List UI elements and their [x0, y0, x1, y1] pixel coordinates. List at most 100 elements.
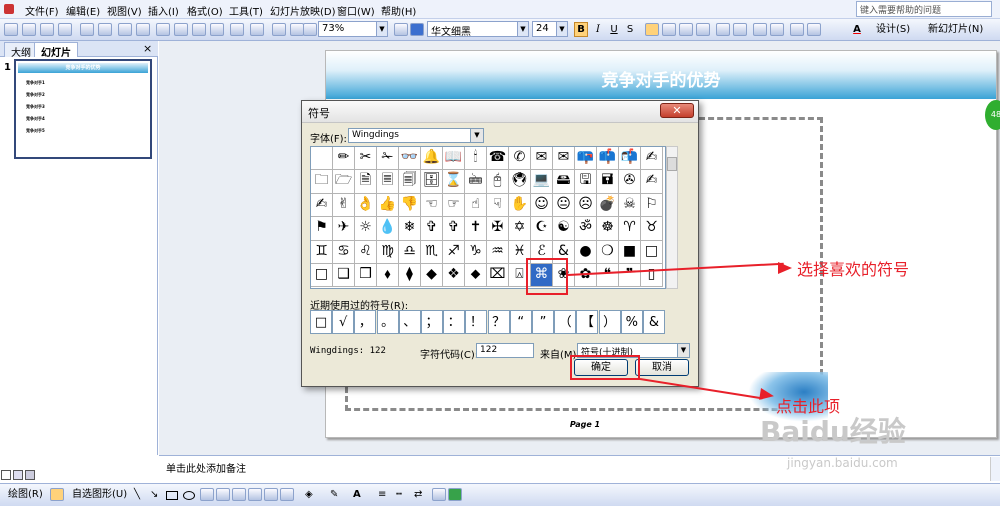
symbol-cell[interactable]: ✿	[575, 264, 597, 288]
symbol-cell[interactable]: 🗏	[377, 170, 399, 194]
symbol-cell[interactable]: 💣	[597, 193, 619, 218]
autoshapes-button[interactable]: 自选图形(U)	[72, 489, 127, 501]
symbol-cell[interactable]: ♌	[355, 240, 377, 264]
symbol-cell[interactable]: ♑	[465, 240, 487, 264]
symbol-cell[interactable]: ✝	[465, 217, 487, 241]
symbol-cell[interactable]: ⚐	[641, 193, 663, 218]
menu-insert[interactable]: 插入(I)	[148, 3, 179, 18]
table-icon[interactable]	[290, 23, 304, 36]
shadow-button[interactable]: S	[624, 24, 636, 36]
symbol-cell[interactable]: ❄	[399, 217, 421, 241]
fill-color-icon[interactable]: ◈	[305, 489, 313, 501]
arrow-style-icon[interactable]: ⇄	[414, 489, 422, 501]
symbol-cell[interactable]: ☯	[553, 217, 575, 241]
draw-menu-button[interactable]: 绘图(R)	[8, 489, 43, 501]
symbol-cell[interactable]: ❖	[443, 264, 465, 288]
symbol-cell[interactable]: 🗄	[421, 170, 443, 194]
increase-font-icon[interactable]	[753, 23, 767, 36]
dialog-titlebar[interactable]	[302, 101, 698, 123]
symbol-cell[interactable]: 😐	[553, 193, 575, 218]
vertical-textbox-icon[interactable]	[216, 488, 230, 501]
redo-icon[interactable]	[250, 23, 264, 36]
notes-scrollbar[interactable]	[990, 457, 1000, 481]
symbol-cell[interactable]: ⬧	[377, 264, 399, 288]
symbol-cell[interactable]: ❝	[597, 264, 619, 288]
close-icon[interactable]: ✕	[660, 103, 694, 118]
symbol-cell[interactable]: ✂	[355, 147, 377, 171]
symbol-cell[interactable]: ✁	[377, 147, 399, 171]
font-color-draw-icon[interactable]: A	[353, 489, 361, 501]
symbol-cell[interactable]: 🖲	[509, 170, 531, 194]
symbol-cell[interactable]: ✇	[619, 170, 641, 194]
symbol-cell[interactable]: ☟	[487, 193, 509, 218]
line-style-icon[interactable]: ≡	[378, 489, 386, 501]
recent-symbol-cell[interactable]: ？	[487, 310, 510, 334]
open-icon[interactable]	[22, 23, 36, 36]
symbol-cell[interactable]: ✌	[333, 193, 355, 218]
floating-assistant-icon[interactable]: 48	[985, 100, 1000, 130]
symbol-cell[interactable]: 🖰	[487, 170, 509, 194]
symbol-cell[interactable]: ॐ	[575, 217, 597, 241]
recent-symbol-cell[interactable]: 、	[398, 310, 421, 334]
line-icon[interactable]: ╲	[134, 489, 140, 501]
symbol-cell[interactable]: ⌛	[443, 170, 465, 194]
symbol-cell[interactable]: ☼	[355, 217, 377, 241]
recent-symbol-cell[interactable]: （	[554, 310, 577, 334]
symbol-cell[interactable]: □	[311, 264, 333, 288]
symbol-cell[interactable]: ✏	[333, 147, 355, 171]
symbol-cell[interactable]: ✆	[509, 147, 531, 171]
recent-symbol-cell[interactable]: &	[643, 310, 665, 334]
symbol-cell[interactable]: 🖮	[465, 170, 487, 194]
symbol-cell[interactable]: ✈	[333, 217, 355, 241]
preview-icon[interactable]	[98, 23, 112, 36]
menu-file[interactable]: 文件(F)	[25, 3, 59, 18]
italic-button[interactable]: I	[592, 24, 604, 36]
symbol-cell[interactable]: 🖫	[575, 170, 597, 194]
symbol-cell[interactable]: ⌧	[487, 264, 509, 288]
help-icon[interactable]	[394, 23, 408, 36]
symbol-cell[interactable]: ✉	[531, 147, 553, 171]
symbol-cell[interactable]: ☞	[443, 193, 465, 218]
symbol-cell[interactable]: 📫	[597, 147, 619, 171]
symbol-cell[interactable]: ●	[575, 240, 597, 264]
select-pointer-icon[interactable]	[50, 488, 64, 501]
symbol-cell[interactable]: ✠	[487, 217, 509, 241]
symbol-cell[interactable]: ❍	[597, 240, 619, 264]
recent-symbol-cell[interactable]: 【	[576, 310, 599, 334]
recent-symbol-cell[interactable]: “	[509, 310, 532, 334]
new-icon[interactable]	[4, 23, 18, 36]
distribute-icon[interactable]	[696, 23, 710, 36]
menu-slideshow[interactable]: 幻灯片放映(D)	[270, 3, 336, 18]
symbol-cell[interactable]: 👓	[399, 147, 421, 171]
tab-outline[interactable]: 大纲	[4, 42, 38, 59]
symbol-cell[interactable]: 📬	[619, 147, 641, 171]
symbol-cell[interactable]: □	[641, 240, 663, 264]
menu-tools[interactable]: 工具(T)	[229, 3, 263, 18]
recent-symbol-cell[interactable]: 。	[376, 310, 399, 334]
copy-icon[interactable]	[174, 23, 188, 36]
undo-icon[interactable]	[230, 23, 244, 36]
symbol-cell[interactable]: ♊	[311, 240, 333, 264]
font-size-select[interactable]: 24 ▼	[532, 21, 568, 37]
align-left-icon[interactable]	[645, 23, 659, 36]
diagram-icon[interactable]	[248, 488, 262, 501]
symbol-cell[interactable]: 🗎	[355, 170, 377, 194]
grid-icon[interactable]	[303, 23, 317, 36]
sorter-view-icon[interactable]	[13, 470, 23, 480]
symbol-cell[interactable]: 🗀	[311, 170, 333, 194]
symbol-cell[interactable]: ⚑	[311, 217, 333, 241]
format-painter-icon[interactable]	[210, 23, 224, 36]
menu-view[interactable]: 视图(V)	[107, 3, 142, 18]
new-slide-button[interactable]: 新幻灯片(N)	[928, 24, 983, 36]
symbol-cell[interactable]: ▯	[641, 264, 663, 288]
permission-icon[interactable]	[58, 23, 72, 36]
print-icon[interactable]	[80, 23, 94, 36]
symbol-cell[interactable]: ❒	[355, 264, 377, 288]
symbol-cell[interactable]: ◆	[421, 264, 443, 288]
symbol-cell[interactable]: ✞	[421, 217, 443, 241]
underline-button[interactable]: U	[608, 24, 620, 36]
zoom-select[interactable]: 73% ▼	[318, 21, 388, 37]
oval-icon[interactable]	[183, 491, 195, 500]
decrease-indent-icon[interactable]	[790, 23, 804, 36]
align-center-icon[interactable]	[662, 23, 676, 36]
